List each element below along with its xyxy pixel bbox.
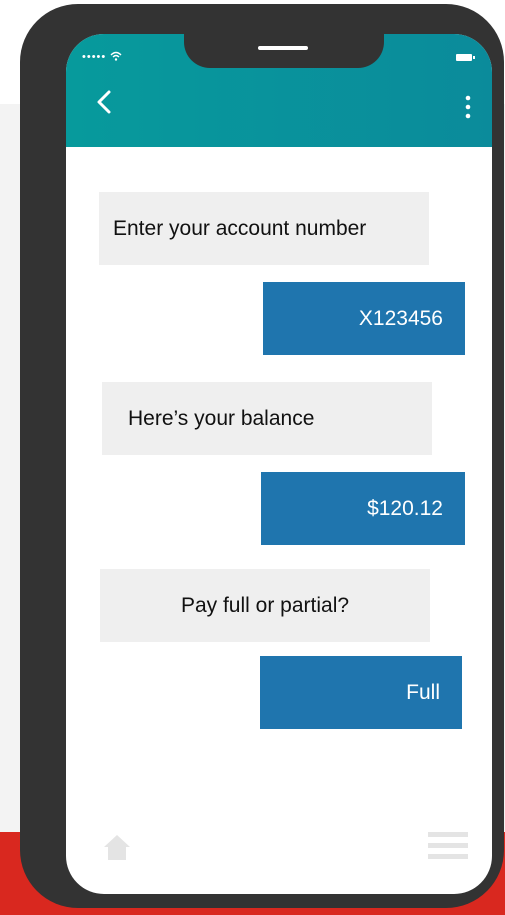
signal-dots: ••••• [82,51,107,63]
hamburger-line [428,843,468,848]
hamburger-line [428,832,468,837]
battery-icon [456,54,475,61]
user-message: $120.12 [261,472,465,545]
more-vertical-icon [465,95,471,119]
phone-screen: ••••• Enter your account number X123456 … [66,34,492,894]
back-button[interactable] [92,86,120,126]
home-icon[interactable] [102,832,132,862]
overflow-menu-button[interactable] [458,92,478,124]
message-text: Enter your account number [113,217,367,240]
hamburger-line [428,854,468,859]
message-text: Pay full or partial? [180,594,350,617]
message-text: $120.12 [367,497,443,520]
phone-notch [184,34,384,68]
chevron-left-icon [97,90,111,114]
speaker-bar [258,46,308,50]
user-message: Full [260,656,462,729]
wifi-icon [110,51,122,63]
message-text: Full [406,681,440,704]
phone-frame: ••••• Enter your account number X123456 … [20,4,504,908]
bot-message: Pay full or partial? [100,569,430,642]
bot-message: Here’s your balance [102,382,432,455]
status-bar-left: ••••• [82,50,122,64]
hamburger-menu-icon[interactable] [428,832,468,864]
message-text: X123456 [358,307,443,330]
message-text: Here’s your balance [128,407,315,430]
bot-message: Enter your account number [99,192,429,265]
user-message: X123456 [263,282,465,355]
